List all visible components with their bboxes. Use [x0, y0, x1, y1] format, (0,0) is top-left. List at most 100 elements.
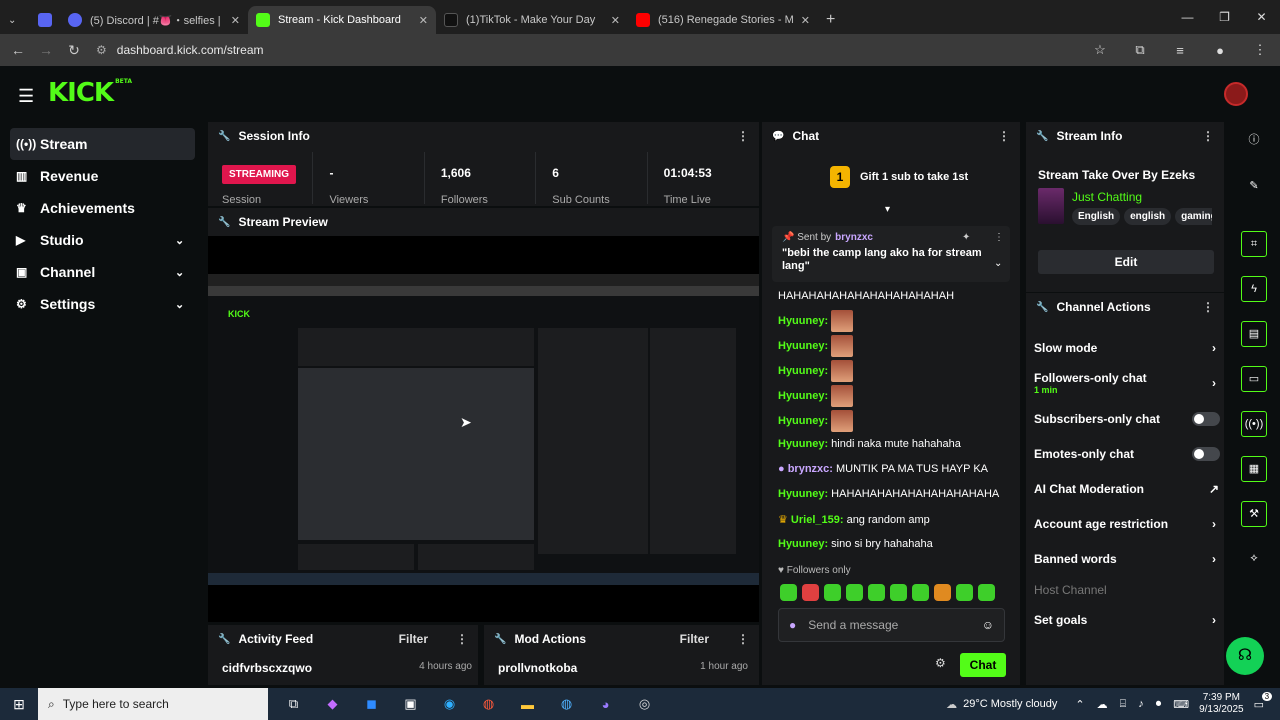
share-icon[interactable]: ⟡ — [1241, 546, 1267, 572]
more-options-icon[interactable]: ⋮ — [456, 632, 468, 646]
new-tab-button[interactable]: + — [818, 6, 848, 34]
stream-preview-video[interactable]: KICK ➤ — [208, 274, 759, 585]
discord-icon[interactable]: ◕ — [586, 697, 625, 712]
stream-category[interactable]: Just Chatting — [1072, 190, 1142, 204]
tab-search-button[interactable]: ⌄ — [0, 6, 30, 34]
task-view-icon[interactable]: ⧉ — [274, 696, 313, 712]
clip-icon[interactable]: ⌗ — [1241, 231, 1267, 257]
bookmark-star-icon[interactable]: ☆ — [1080, 42, 1120, 58]
emote-icon[interactable] — [846, 584, 863, 601]
reload-icon[interactable]: ↻ — [60, 42, 88, 59]
emote-icon[interactable] — [780, 584, 797, 601]
folder-icon[interactable]: ▬ — [508, 697, 547, 712]
notes-icon[interactable]: ▤ — [1241, 321, 1267, 347]
edge-icon[interactable]: ◉ — [430, 696, 469, 712]
action-followers-only[interactable]: Followers-only chat 1 min › — [1034, 371, 1220, 395]
network-icon[interactable]: ⌸ — [1120, 698, 1127, 711]
sidebar-item-revenue[interactable]: ▥ Revenue — [10, 160, 195, 192]
browser-tab[interactable]: (1)TikTok - Make Your Day ✕ — [436, 6, 628, 34]
obs-icon[interactable]: ◎ — [625, 696, 664, 712]
pin-toggle-icon[interactable]: ✦ — [962, 232, 970, 243]
store-icon[interactable]: ▣ — [391, 696, 430, 712]
video-icon[interactable]: ▦ — [1241, 456, 1267, 482]
filter-button[interactable]: Filter — [680, 632, 709, 646]
more-options-icon[interactable]: ⋮ — [1202, 300, 1214, 314]
onedrive-icon[interactable]: ☁ — [1097, 698, 1108, 711]
browser-tab[interactable]: (516) Renegade Stories - MULTI ✕ — [628, 6, 818, 34]
chat-settings-icon[interactable]: ⚙ — [935, 656, 946, 670]
url-field[interactable]: ⚙ dashboard.kick.com/stream — [96, 38, 1080, 62]
close-icon[interactable]: ✕ — [231, 14, 240, 27]
subscribers-only-toggle[interactable] — [1192, 412, 1220, 426]
action-slow-mode[interactable]: Slow mode › — [1034, 341, 1220, 355]
more-options-icon[interactable]: ⋮ — [994, 232, 1004, 243]
minimize-icon[interactable]: — — [1169, 10, 1206, 24]
chrome-icon[interactable]: ◍ — [469, 696, 508, 712]
action-account-age[interactable]: Account age restriction › — [1034, 517, 1220, 531]
close-icon[interactable]: ✕ — [419, 14, 428, 27]
emotes-only-toggle[interactable] — [1192, 447, 1220, 461]
emote-icon[interactable] — [956, 584, 973, 601]
action-set-goals[interactable]: Set goals › — [1034, 613, 1220, 627]
forward-icon[interactable]: → — [32, 42, 60, 58]
more-options-icon[interactable]: ⋮ — [1202, 129, 1214, 143]
broadcast-icon[interactable]: ((•)) — [1241, 411, 1267, 437]
notifications-icon[interactable]: ▭ 3 — [1254, 691, 1273, 711]
emote-icon[interactable] — [934, 584, 951, 601]
send-chat-button[interactable]: Chat — [960, 653, 1006, 677]
chat-username[interactable]: Hyuuney: — [778, 438, 828, 450]
emote-icon[interactable] — [978, 584, 995, 601]
chat-username[interactable]: Hyuuney: — [778, 488, 828, 500]
more-options-icon[interactable]: ⋮ — [998, 129, 1010, 143]
emote-icon[interactable] — [890, 584, 907, 601]
pinned-username[interactable]: brynzxc — [835, 232, 873, 243]
keyboard-icon[interactable]: ⌨ — [1173, 698, 1189, 711]
menu-icon[interactable]: ☰ — [18, 86, 34, 107]
emote-icon[interactable] — [802, 584, 819, 601]
chat-username[interactable]: Hyuuney: — [778, 390, 828, 402]
pencil-icon[interactable]: ✎ — [1241, 174, 1267, 200]
close-icon[interactable]: ✕ — [611, 14, 620, 27]
chat-username[interactable]: Hyuuney: — [778, 315, 828, 327]
browser-tab[interactable] — [30, 6, 60, 34]
lightning-icon[interactable]: ϟ — [1241, 276, 1267, 302]
close-icon[interactable]: ✕ — [801, 14, 810, 27]
emoji-icon[interactable]: ☺ — [982, 618, 994, 632]
action-banned-words[interactable]: Banned words › — [1034, 552, 1220, 566]
extensions-icon[interactable]: ⧉ — [1120, 42, 1160, 58]
edit-stream-info-button[interactable]: Edit — [1038, 250, 1214, 274]
sidebar-item-achievements[interactable]: ♛ Achievements — [10, 192, 195, 224]
action-ai-moderation[interactable]: AI Chat Moderation ↗ — [1034, 482, 1220, 496]
chat-username[interactable]: Hyuuney: — [778, 538, 828, 550]
emote-icon[interactable] — [868, 584, 885, 601]
emote-icon[interactable] — [824, 584, 841, 601]
volume-icon[interactable]: ♪ — [1138, 698, 1144, 710]
chat-username[interactable]: Hyuuney: — [778, 365, 828, 377]
mic-icon[interactable]: ⏺ — [1156, 698, 1162, 711]
filter-button[interactable]: Filter — [399, 632, 428, 646]
collapse-icon[interactable]: ▾ — [885, 204, 890, 215]
avatar[interactable] — [1224, 82, 1248, 106]
support-headset-button[interactable]: ☊ — [1226, 637, 1264, 675]
chat-username[interactable]: brynzxc: — [788, 463, 833, 475]
emote-icon[interactable] — [912, 584, 929, 601]
sidebar-item-studio[interactable]: ▶ Studio ⌄ — [10, 224, 195, 256]
chat-input[interactable]: ● Send a message ☺ — [778, 608, 1005, 642]
chat-username[interactable]: Hyuuney: — [778, 415, 828, 427]
copilot-icon[interactable]: ◆ — [313, 696, 352, 712]
chat-icon[interactable]: ▭ — [1241, 366, 1267, 392]
chat-username[interactable]: Hyuuney: — [778, 340, 828, 352]
maximize-icon[interactable]: ❐ — [1206, 10, 1243, 24]
kick-logo[interactable]: KICK BETA — [48, 78, 132, 108]
sidebar-item-stream[interactable]: ((•)) Stream — [10, 128, 195, 160]
chrome-active-icon[interactable]: ◍ — [547, 696, 586, 712]
outlook-icon[interactable]: ◼ — [352, 696, 391, 712]
taskbar-search[interactable]: ⌕ Type here to search — [38, 688, 268, 720]
more-options-icon[interactable]: ⋮ — [737, 632, 749, 646]
browser-tab[interactable]: (5) Discord | #👅・selfies | The C ✕ — [60, 6, 248, 34]
sidebar-item-channel[interactable]: ▣ Channel ⌄ — [10, 256, 195, 288]
more-options-icon[interactable]: ⋮ — [737, 129, 749, 143]
windows-start-icon[interactable]: ⊞ — [0, 696, 38, 713]
tray-overflow-icon[interactable]: ⌃ — [1075, 698, 1084, 711]
browser-tab-active[interactable]: Stream - Kick Dashboard ✕ — [248, 6, 436, 34]
